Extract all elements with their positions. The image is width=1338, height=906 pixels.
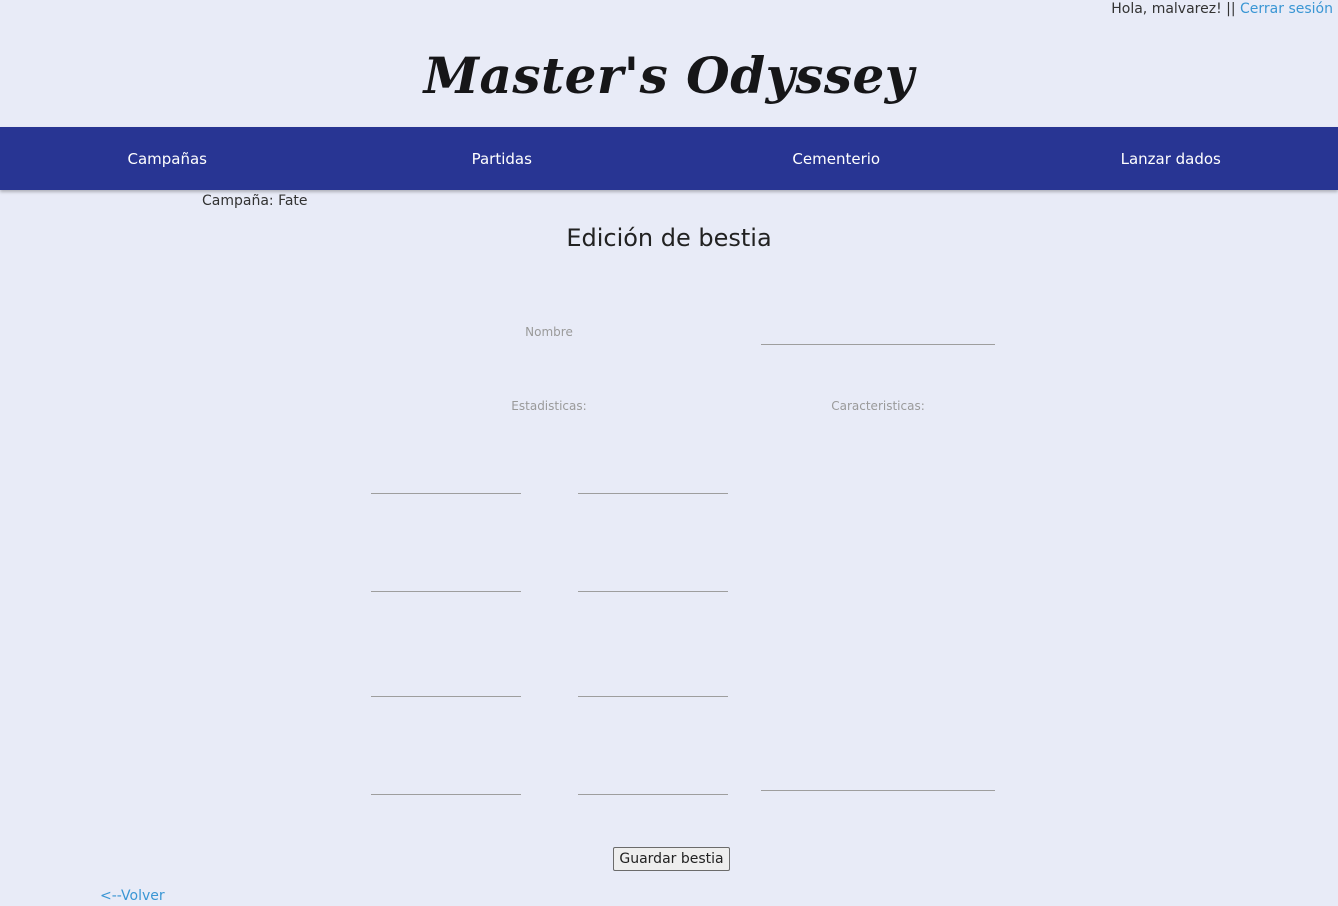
site-title: Master's Odyssey (423, 46, 915, 105)
stat-input-2[interactable] (578, 468, 728, 494)
greeting-text: Hola, malvarez! || (1111, 1, 1241, 17)
stat-input-1[interactable] (371, 468, 521, 494)
main-navbar: Campañas Partidas Cementerio Lanzar dado… (0, 127, 1338, 190)
traits-label: Caracteristicas: (831, 399, 925, 413)
stat-input-5[interactable] (371, 671, 521, 697)
user-greeting: Hola, malvarez! || Cerrar sesión (1111, 1, 1333, 17)
name-input[interactable] (761, 320, 995, 345)
nav-item-roll-dice[interactable]: Lanzar dados (1004, 127, 1338, 190)
stat-input-6[interactable] (578, 671, 728, 697)
page-title: Edición de bestia (566, 224, 772, 252)
nav-item-games[interactable]: Partidas (335, 127, 670, 190)
stats-label: Estadisticas: (511, 399, 587, 413)
stat-input-8[interactable] (578, 769, 728, 795)
nav-item-cemetery[interactable]: Cementerio (669, 127, 1004, 190)
page: Hola, malvarez! || Cerrar sesión Master'… (0, 0, 1338, 906)
name-label: Nombre (525, 325, 573, 339)
stat-input-3[interactable] (371, 566, 521, 592)
logout-link[interactable]: Cerrar sesión (1240, 1, 1333, 17)
nav-item-campaigns[interactable]: Campañas (0, 127, 335, 190)
stat-input-7[interactable] (371, 769, 521, 795)
back-link[interactable]: <--Volver (100, 888, 165, 904)
campaign-label: Campaña: Fate (202, 193, 308, 209)
save-beast-button[interactable]: Guardar bestia (613, 847, 730, 871)
stat-input-4[interactable] (578, 566, 728, 592)
traits-input[interactable] (761, 765, 995, 791)
